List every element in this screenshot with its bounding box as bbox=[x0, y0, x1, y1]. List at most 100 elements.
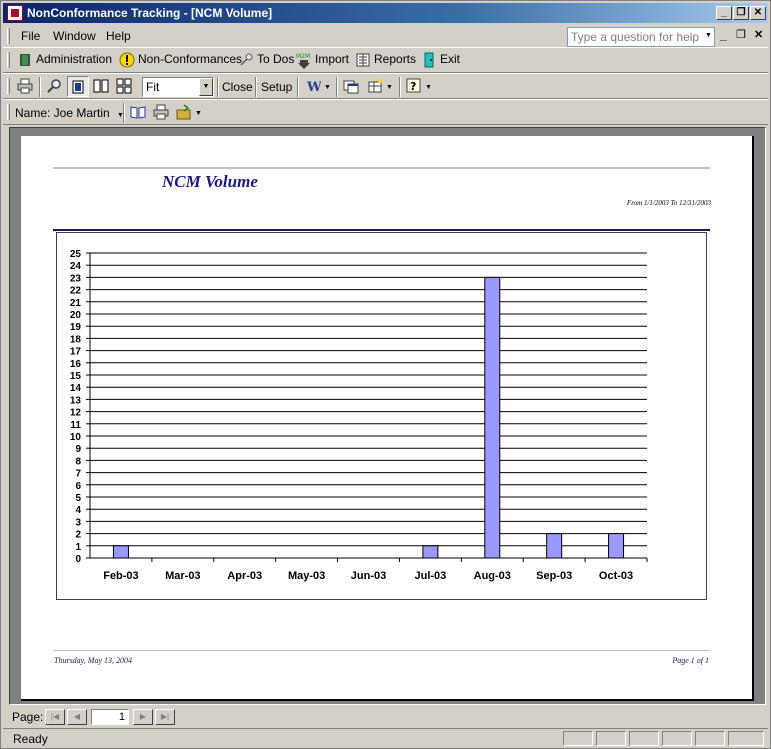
toolbar-grip[interactable] bbox=[7, 52, 10, 68]
exit-label: Exit bbox=[440, 52, 461, 67]
y-tick-label: 11 bbox=[70, 420, 81, 431]
print-button[interactable] bbox=[17, 78, 36, 96]
y-tick-label: 15 bbox=[70, 371, 82, 382]
prev-page-button[interactable]: ◀ bbox=[67, 709, 87, 725]
x-tick-label: Oct-03 bbox=[599, 570, 633, 582]
m2m-import-icon: M2M bbox=[296, 52, 312, 69]
y-tick-label: 2 bbox=[75, 530, 81, 541]
y-tick-label: 12 bbox=[70, 408, 82, 419]
door-exit-icon bbox=[421, 52, 437, 68]
title-bar[interactable]: NonConformance Tracking - [NCM Volume] _… bbox=[3, 3, 768, 23]
help-button[interactable]: ? ▼ bbox=[406, 78, 432, 96]
one-page-button[interactable] bbox=[67, 76, 89, 97]
report-page: NCM Volume From 1/1/2003 To 12/31/2003 0… bbox=[21, 136, 754, 701]
one-page-icon bbox=[70, 79, 86, 95]
menu-help[interactable]: Help bbox=[106, 29, 131, 43]
print-preview-toolbar: Fit ▼ Close Setup W ▼ ▼ ? ▼ bbox=[3, 73, 768, 99]
last-page-button[interactable]: ▶| bbox=[155, 709, 175, 725]
y-tick-label: 10 bbox=[70, 432, 82, 443]
toolbar-separator bbox=[297, 77, 299, 97]
x-tick-label: Feb-03 bbox=[103, 570, 138, 582]
chevron-down-icon[interactable]: ▼ bbox=[199, 78, 213, 96]
x-tick-label: Aug-03 bbox=[474, 570, 511, 582]
zoom-button[interactable] bbox=[46, 78, 65, 96]
window-title: NonConformance Tracking - [NCM Volume] bbox=[27, 6, 273, 20]
status-cell bbox=[728, 731, 764, 746]
new-object-button[interactable]: ▼ bbox=[367, 78, 393, 96]
help-dropdown-icon[interactable]: ▼ bbox=[703, 30, 714, 44]
toolbar-separator bbox=[39, 77, 41, 97]
chevron-down-icon[interactable]: ▼ bbox=[386, 84, 393, 91]
menu-window[interactable]: Window bbox=[53, 29, 96, 43]
export-button[interactable]: ▼ bbox=[176, 104, 202, 122]
minimize-button[interactable]: _ bbox=[716, 6, 732, 20]
chevron-down-icon[interactable]: ▼ bbox=[324, 84, 331, 91]
warning-icon bbox=[119, 52, 135, 68]
print-preview-area[interactable]: NCM Volume From 1/1/2003 To 12/31/2003 0… bbox=[9, 127, 766, 705]
reports-button[interactable]: Reports bbox=[355, 52, 416, 70]
access-app-icon[interactable] bbox=[7, 5, 23, 21]
y-tick-label: 14 bbox=[70, 383, 82, 394]
x-tick-label: May-03 bbox=[288, 570, 325, 582]
close-preview-button[interactable]: Close bbox=[222, 80, 253, 98]
open-book-button[interactable] bbox=[130, 104, 149, 122]
toolbar-grip[interactable] bbox=[7, 104, 10, 120]
import-label: Import bbox=[315, 52, 350, 67]
status-cell bbox=[695, 731, 725, 746]
folder-export-icon bbox=[176, 104, 192, 120]
chevron-down-icon[interactable]: ▼ bbox=[195, 110, 202, 117]
database-window-button[interactable] bbox=[343, 78, 362, 96]
restore-button[interactable]: ❐ bbox=[733, 6, 749, 20]
y-tick-label: 24 bbox=[70, 261, 82, 272]
administration-button[interactable]: Administration bbox=[17, 52, 112, 70]
multiple-pages-icon bbox=[116, 78, 132, 94]
chevron-down-icon[interactable]: ▼ bbox=[425, 84, 432, 91]
toolbar-grip[interactable] bbox=[7, 78, 10, 94]
user-name-dropdown[interactable]: Name: Joe Martin ▼ bbox=[15, 106, 124, 124]
help-search-input[interactable]: Type a question for help bbox=[567, 27, 715, 47]
menubar-grip[interactable] bbox=[7, 28, 10, 44]
footer-page-number: Page 1 of 1 bbox=[672, 656, 709, 665]
next-page-button[interactable]: ▶ bbox=[133, 709, 153, 725]
zoom-select[interactable]: Fit ▼ bbox=[142, 77, 214, 97]
office-links-button[interactable]: W ▼ bbox=[305, 78, 331, 96]
status-cell bbox=[662, 731, 692, 746]
open-book-icon bbox=[130, 104, 146, 120]
multiple-pages-button[interactable] bbox=[116, 78, 135, 96]
nonconformances-button[interactable]: Non-Conformances bbox=[119, 52, 242, 70]
user-name-label: Name: Joe Martin bbox=[15, 106, 110, 120]
bar bbox=[608, 533, 625, 559]
two-pages-button[interactable] bbox=[93, 78, 112, 96]
menu-file[interactable]: File bbox=[21, 29, 40, 43]
report-date-range: From 1/1/2003 To 12/31/2003 bbox=[626, 199, 711, 207]
bar bbox=[546, 533, 563, 559]
mdi-close-icon[interactable]: ✕ bbox=[754, 28, 763, 41]
bar bbox=[422, 545, 439, 559]
y-tick-label: 8 bbox=[75, 456, 81, 467]
y-tick-label: 17 bbox=[70, 347, 82, 358]
mdi-restore-icon[interactable]: ❐ bbox=[736, 28, 746, 41]
report-icon bbox=[355, 52, 371, 68]
mdi-minimize-icon[interactable]: _ bbox=[720, 28, 727, 42]
zoom-value: Fit bbox=[146, 80, 160, 94]
help-question-icon: ? bbox=[406, 78, 422, 94]
report-title: NCM Volume bbox=[162, 172, 258, 191]
toolbar-separator bbox=[123, 103, 125, 123]
bar bbox=[112, 545, 129, 559]
first-page-button[interactable]: |◀ bbox=[45, 709, 65, 725]
exit-button[interactable]: Exit bbox=[421, 52, 460, 70]
y-tick-label: 22 bbox=[70, 286, 82, 297]
x-tick-label: Jun-03 bbox=[351, 570, 386, 582]
toolbar-separator bbox=[399, 77, 401, 97]
y-tick-label: 5 bbox=[75, 493, 81, 504]
close-button[interactable]: ✕ bbox=[750, 6, 766, 20]
print-report-button[interactable] bbox=[153, 104, 172, 122]
todos-button[interactable]: To Dos bbox=[238, 52, 294, 70]
ncm-volume-chart: 0123456789101112131415161718192021222324… bbox=[70, 249, 648, 582]
two-pages-icon bbox=[93, 78, 109, 94]
import-button[interactable]: M2M Import bbox=[296, 52, 349, 70]
page-number-input[interactable]: 1 bbox=[91, 709, 129, 725]
status-cell bbox=[596, 731, 626, 746]
footer-rule bbox=[53, 650, 710, 651]
setup-button[interactable]: Setup bbox=[261, 80, 292, 98]
